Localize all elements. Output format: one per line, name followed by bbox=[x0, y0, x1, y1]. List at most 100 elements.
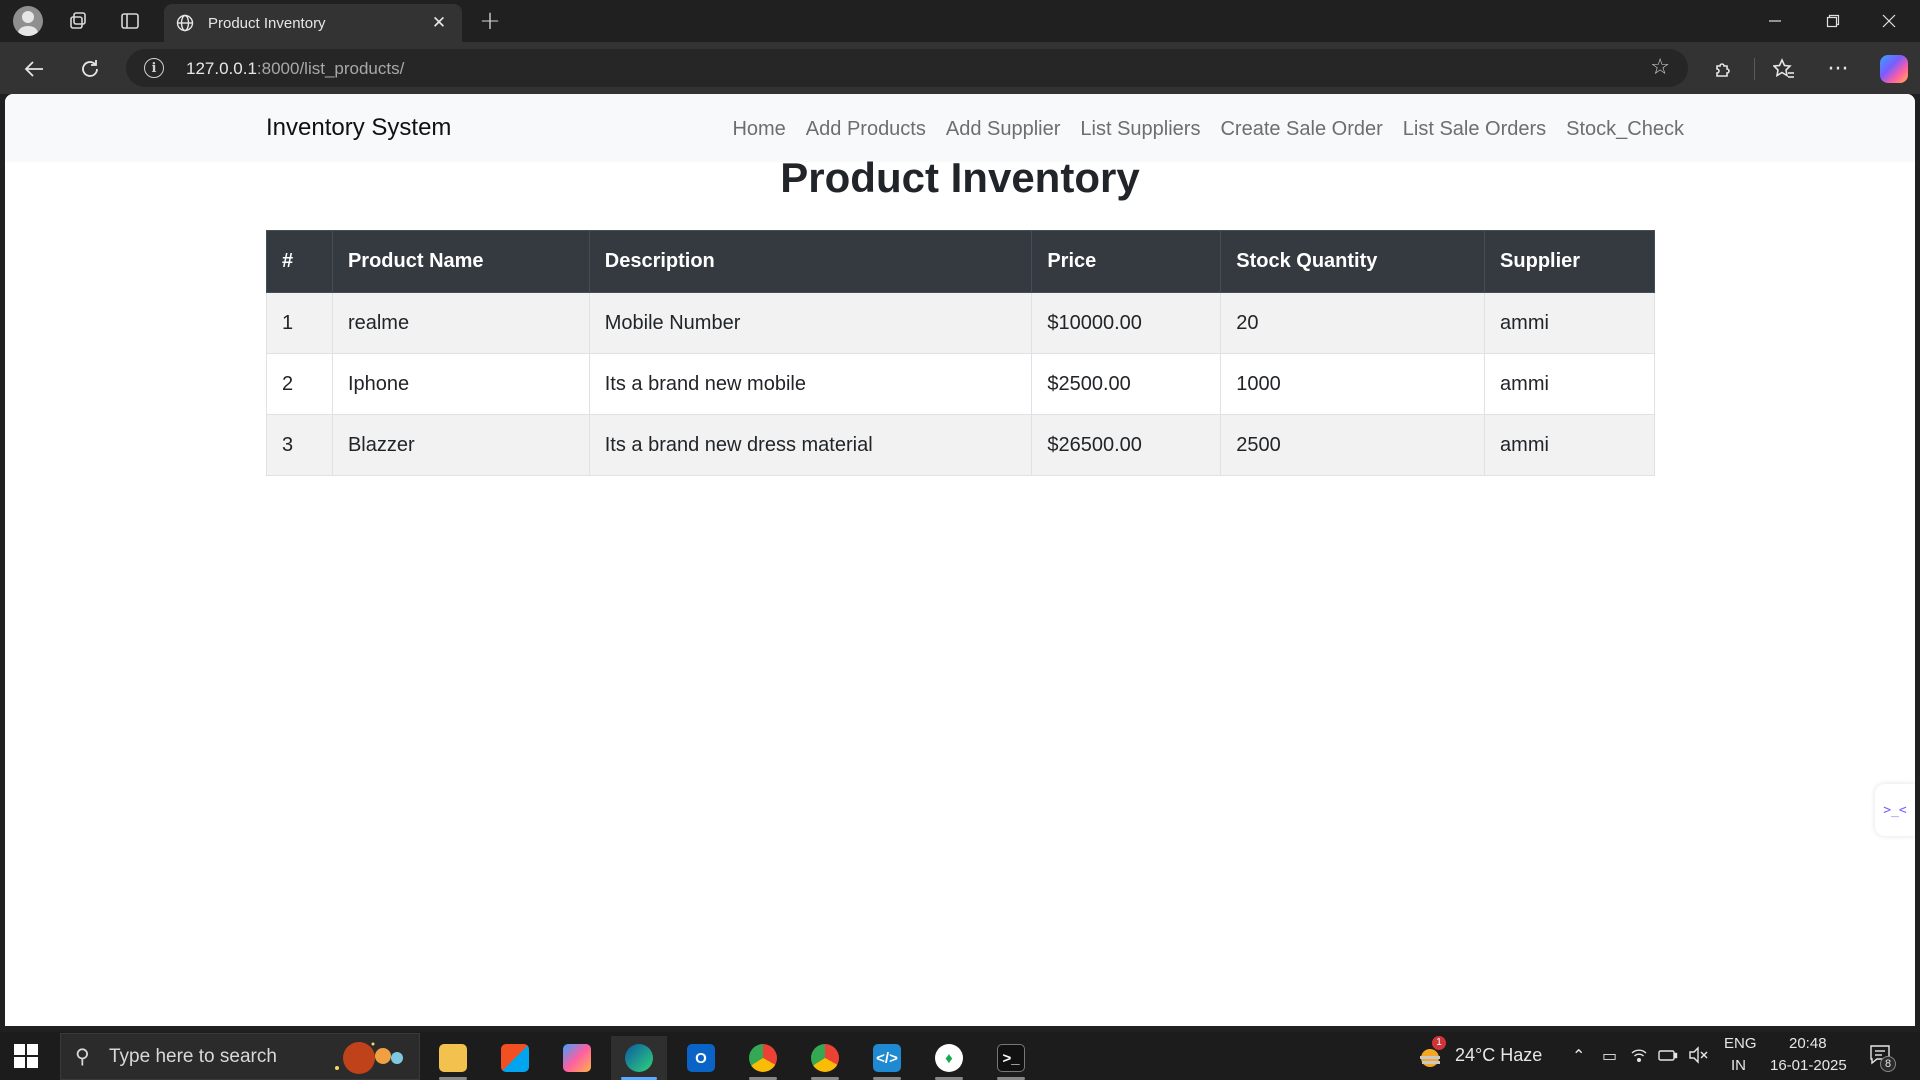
cell-price: $2500.00 bbox=[1031, 353, 1222, 415]
tab-title: Product Inventory bbox=[208, 14, 326, 32]
page-viewport: Inventory System Home Add Products Add S… bbox=[5, 94, 1915, 1026]
taskbar-chrome-profile[interactable] bbox=[735, 1036, 791, 1080]
browser-tab-bar: Product Inventory ✕ + bbox=[0, 0, 1920, 42]
cell-product-name: Blazzer bbox=[331, 414, 590, 476]
table-row: 3 Blazzer Its a brand new dress material… bbox=[266, 414, 1655, 476]
nav-create-sale-order[interactable]: Create Sale Order bbox=[1210, 118, 1392, 141]
cell-index: 1 bbox=[266, 292, 333, 354]
folder-icon bbox=[439, 1044, 467, 1072]
language-bottom[interactable]: IN bbox=[1731, 1057, 1746, 1074]
taskbar-vscode[interactable]: </> bbox=[859, 1036, 915, 1080]
profile-avatar-icon[interactable] bbox=[13, 6, 43, 36]
sidebar-toggle-icon[interactable]: >_< bbox=[1875, 784, 1915, 836]
browser-toolbar: i 127.0.0.1:8000/list_products/ ☆ ··· bbox=[0, 42, 1920, 94]
extensions-icon[interactable] bbox=[1708, 53, 1740, 85]
taskbar-file-explorer[interactable] bbox=[425, 1036, 481, 1080]
copilot-app-icon bbox=[563, 1044, 591, 1072]
speaker-muted-icon[interactable] bbox=[1688, 1046, 1708, 1068]
header-index: # bbox=[266, 230, 333, 293]
edge-icon bbox=[625, 1044, 653, 1072]
vscode-icon: </> bbox=[873, 1044, 901, 1072]
taskbar-outlook[interactable]: O bbox=[673, 1036, 729, 1080]
favorites-icon[interactable] bbox=[1768, 53, 1800, 85]
nav-list-suppliers[interactable]: List Suppliers bbox=[1070, 118, 1210, 141]
site-nav-links: Home Add Products Add Supplier List Supp… bbox=[722, 118, 1694, 141]
restore-icon[interactable] bbox=[1810, 5, 1856, 37]
taskbar-terminal[interactable]: >_ bbox=[983, 1036, 1039, 1080]
header-supplier: Supplier bbox=[1484, 230, 1655, 293]
vertical-tabs-icon[interactable] bbox=[116, 7, 144, 35]
nav-add-products[interactable]: Add Products bbox=[796, 118, 936, 141]
toolbar-divider bbox=[1754, 58, 1755, 80]
cell-supplier: ammi bbox=[1484, 353, 1655, 415]
copilot-icon[interactable] bbox=[1880, 55, 1908, 83]
nav-list-sale-orders[interactable]: List Sale Orders bbox=[1393, 118, 1556, 141]
taskbar-microsoft-store[interactable] bbox=[487, 1036, 543, 1080]
search-placeholder: Type here to search bbox=[109, 1045, 277, 1067]
chrome-profile-icon bbox=[749, 1044, 777, 1072]
cell-product-name: realme bbox=[331, 292, 590, 354]
notification-count: 8 bbox=[1880, 1056, 1896, 1072]
nav-home[interactable]: Home bbox=[722, 118, 795, 141]
more-menu-icon[interactable]: ··· bbox=[1822, 53, 1854, 85]
mongodb-leaf-icon: ♦ bbox=[935, 1044, 963, 1072]
taskbar-edge[interactable] bbox=[611, 1036, 667, 1080]
clock-date[interactable]: 16-01-2025 bbox=[1770, 1057, 1847, 1074]
header-stock-quantity: Stock Quantity bbox=[1220, 230, 1486, 293]
globe-icon bbox=[176, 14, 194, 36]
search-highlight-icon bbox=[335, 1042, 403, 1074]
chevron-up-icon[interactable]: ⌃ bbox=[1572, 1046, 1585, 1065]
cell-supplier: ammi bbox=[1484, 414, 1655, 476]
taskbar-search-input[interactable]: ⚲ Type here to search bbox=[60, 1033, 420, 1080]
terminal-icon: >_ bbox=[997, 1044, 1025, 1072]
cell-description: Its a brand new dress material bbox=[588, 414, 1033, 476]
windows-start-icon[interactable] bbox=[14, 1044, 38, 1068]
nav-add-supplier[interactable]: Add Supplier bbox=[936, 118, 1071, 141]
cell-stock-quantity: 1000 bbox=[1220, 353, 1486, 415]
close-tab-icon[interactable]: ✕ bbox=[426, 10, 452, 36]
battery-icon[interactable] bbox=[1658, 1046, 1678, 1068]
table-row: 1 realme Mobile Number $10000.00 20 ammi bbox=[266, 292, 1655, 354]
nav-stock-check[interactable]: Stock_Check bbox=[1556, 118, 1694, 141]
header-product-name: Product Name bbox=[331, 230, 590, 293]
table-row: 2 Iphone Its a brand new mobile $2500.00… bbox=[266, 353, 1655, 415]
outlook-icon: O bbox=[687, 1044, 715, 1072]
cell-description: Mobile Number bbox=[588, 292, 1033, 354]
header-price: Price bbox=[1031, 230, 1222, 293]
cell-stock-quantity: 2500 bbox=[1220, 414, 1486, 476]
cell-index: 2 bbox=[266, 353, 333, 415]
header-description: Description bbox=[588, 230, 1033, 293]
taskbar-chrome[interactable] bbox=[797, 1036, 853, 1080]
product-table: # Product Name Description Price Stock Q… bbox=[266, 230, 1655, 476]
cell-index: 3 bbox=[266, 414, 333, 476]
tab-product-inventory[interactable]: Product Inventory ✕ bbox=[164, 4, 462, 42]
language-top[interactable]: ENG bbox=[1724, 1035, 1757, 1052]
url-text[interactable]: 127.0.0.1:8000/list_products/ bbox=[186, 59, 404, 79]
search-icon: ⚲ bbox=[75, 1044, 90, 1068]
minimize-icon[interactable] bbox=[1752, 5, 1798, 37]
back-icon[interactable] bbox=[18, 53, 50, 85]
cell-price: $10000.00 bbox=[1031, 292, 1222, 354]
cell-product-name: Iphone bbox=[331, 353, 590, 415]
taskbar-mongodb-compass[interactable]: ♦ bbox=[921, 1036, 977, 1080]
cell-description: Its a brand new mobile bbox=[588, 353, 1033, 415]
weather-text[interactable]: 24°C Haze bbox=[1455, 1045, 1542, 1066]
new-tab-icon[interactable]: + bbox=[476, 6, 504, 36]
taskbar-copilot[interactable] bbox=[549, 1036, 605, 1080]
clock-time[interactable]: 20:48 bbox=[1789, 1035, 1827, 1052]
favorite-star-icon[interactable]: ☆ bbox=[1650, 55, 1670, 80]
weather-badge: 1 bbox=[1432, 1036, 1446, 1050]
wifi-icon[interactable] bbox=[1630, 1046, 1648, 1068]
refresh-icon[interactable] bbox=[74, 53, 106, 85]
chrome-icon bbox=[811, 1044, 839, 1072]
cell-price: $26500.00 bbox=[1031, 414, 1222, 476]
address-bar[interactable]: i 127.0.0.1:8000/list_products/ ☆ bbox=[126, 49, 1688, 87]
windows-taskbar: ⚲ Type here to search O </> ♦ >_ 1 24°C … bbox=[0, 1032, 1920, 1080]
table-header-row: # Product Name Description Price Stock Q… bbox=[266, 230, 1655, 293]
page-title: Product Inventory bbox=[780, 154, 1140, 201]
site-brand[interactable]: Inventory System bbox=[266, 114, 451, 142]
site-info-icon[interactable]: i bbox=[144, 58, 164, 78]
workspaces-icon[interactable] bbox=[64, 7, 92, 35]
meet-now-icon[interactable]: ▭ bbox=[1602, 1046, 1617, 1065]
close-window-icon[interactable] bbox=[1866, 5, 1912, 37]
